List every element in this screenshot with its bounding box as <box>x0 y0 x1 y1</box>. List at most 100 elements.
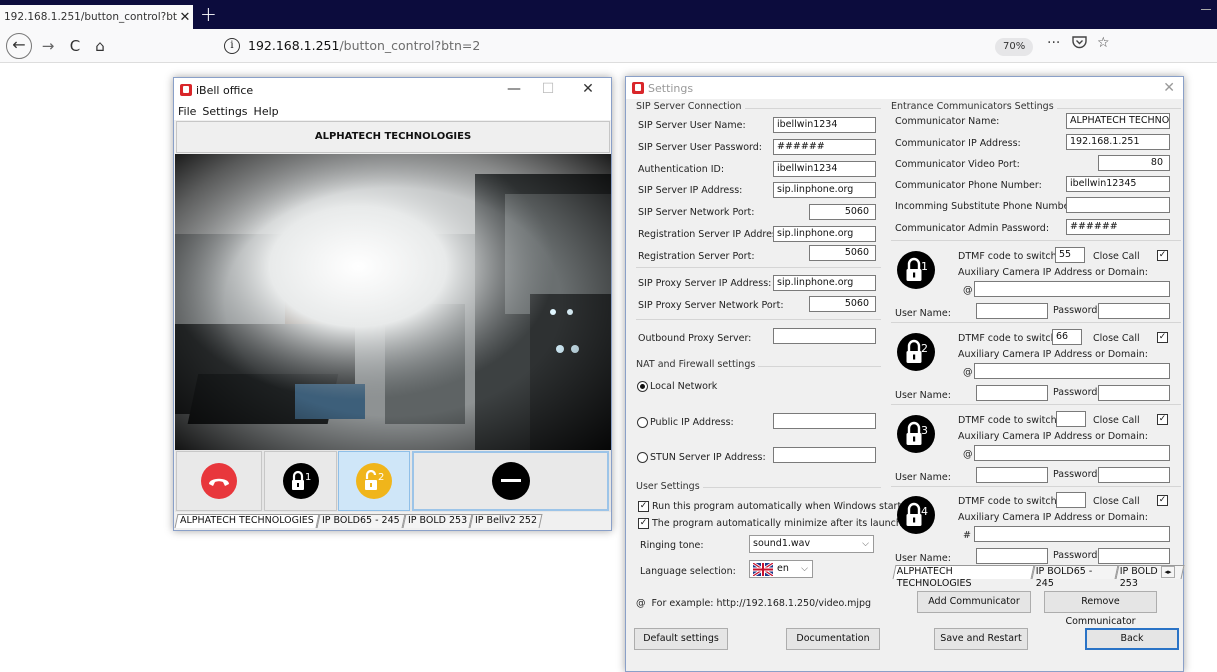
dtmf-input-2[interactable]: 66 <box>1052 329 1082 345</box>
reload-icon[interactable]: C <box>66 34 84 58</box>
bookmark-star-icon[interactable]: ☆ <box>1097 35 1110 51</box>
tab-alphatech[interactable]: ALPHATECH TECHNOLOGIES <box>174 514 320 528</box>
back-arrow-icon[interactable]: ← <box>6 33 32 59</box>
window-minimize-icon[interactable] <box>1201 9 1211 10</box>
language-select[interactable]: en ⌵ <box>749 560 813 578</box>
new-tab-button[interactable]: + <box>200 3 217 25</box>
sip-password-input[interactable]: ###### <box>773 139 876 155</box>
lock-separator-3 <box>891 486 1181 487</box>
unlocked-2-icon: 2 <box>356 463 392 499</box>
autorun-label: Run this program automatically when Wind… <box>652 501 907 512</box>
lock-2-badge: 2 <box>378 472 384 483</box>
lock-separator-2 <box>891 404 1181 405</box>
aux-prefix-4: # <box>963 530 971 541</box>
close-call-checkbox-3[interactable]: ✓ <box>1157 414 1168 425</box>
close-icon[interactable]: ✕ <box>1163 80 1175 96</box>
aux-camera-input-4[interactable] <box>974 526 1170 542</box>
info-icon[interactable]: i <box>224 37 240 54</box>
close-call-checkbox-4[interactable]: ✓ <box>1157 495 1168 506</box>
public-ip-radio[interactable] <box>637 417 648 428</box>
aux-camera-input-2[interactable] <box>974 363 1170 379</box>
outbound-proxy-input[interactable] <box>773 328 876 344</box>
maximize-icon[interactable]: ☐ <box>531 78 565 102</box>
tab-ip-bold65[interactable]: IP BOLD65 - 245 <box>316 514 406 528</box>
auth-id-input[interactable]: ibellwin1234 <box>773 161 876 177</box>
sip-ip-input[interactable]: sip.linphone.org <box>773 182 876 198</box>
ibell-menu-bar: File Settings Help <box>174 102 611 120</box>
close-tab-icon[interactable]: ✕ <box>177 10 193 25</box>
zoom-level-badge[interactable]: 70% <box>995 38 1034 56</box>
reg-ip-input[interactable]: sip.linphone.org <box>773 226 876 242</box>
extra-action-button[interactable] <box>412 451 609 511</box>
aux-camera-input-1[interactable] <box>974 281 1170 297</box>
communicator-name-label: Communicator Name: <box>895 116 1000 127</box>
ringing-tone-select[interactable]: sound1.wav ⌵ <box>749 535 874 553</box>
proxy-port-input[interactable]: 5060 <box>809 296 876 312</box>
proxy-ip-input[interactable]: sip.linphone.org <box>773 275 876 291</box>
save-restart-button[interactable]: Save and Restart <box>934 628 1028 650</box>
forward-arrow-icon[interactable]: → <box>40 34 56 58</box>
password-input-1[interactable] <box>1098 303 1170 319</box>
video-port-input[interactable]: 80 <box>1098 155 1170 171</box>
stun-input[interactable] <box>773 447 876 463</box>
ringing-tone-value: sound1.wav <box>753 538 811 549</box>
dtmf-input-3[interactable] <box>1056 411 1086 427</box>
phone-number-label: Communicator Phone Number: <box>895 180 1042 191</box>
language-value: en <box>777 563 789 574</box>
autominimize-checkbox[interactable]: ✓ <box>638 518 649 529</box>
aux-camera-label-3: Auxiliary Camera IP Address or Domain: <box>958 431 1148 442</box>
home-icon[interactable]: ⌂ <box>91 34 109 58</box>
reg-port-input[interactable]: 5060 <box>809 245 876 261</box>
admin-password-input[interactable]: ###### <box>1066 219 1170 235</box>
communicator-name-input[interactable]: ALPHATECH TECHNOLOGIES <box>1066 113 1170 129</box>
add-communicator-button[interactable]: Add Communicator <box>917 591 1031 613</box>
menu-help[interactable]: Help <box>254 105 279 118</box>
browser-tab[interactable]: 192.168.1.251/button_control?btn= ✕ <box>0 5 193 29</box>
autominimize-label: The program automatically minimize after… <box>652 518 902 529</box>
close-icon[interactable]: ✕ <box>571 78 605 102</box>
tab-scroll-arrows-icon[interactable]: ◂▸ <box>1161 566 1175 578</box>
tab-ip-bold-253[interactable]: IP BOLD 253 <box>402 514 473 528</box>
hangup-button[interactable] <box>176 451 262 511</box>
aux-camera-input-3[interactable] <box>974 445 1170 461</box>
tab-ip-bellv2[interactable]: IP Bellv2 252 <box>469 514 543 528</box>
substitute-phone-label: Incomming Substitute Phone Number: <box>895 201 1077 212</box>
back-button[interactable]: Back <box>1085 628 1179 650</box>
dtmf-input-1[interactable]: 55 <box>1055 247 1085 263</box>
auth-id-label: Authentication ID: <box>638 164 725 175</box>
unlock-2-button[interactable]: 2 <box>338 451 410 511</box>
uk-flag-icon <box>753 562 773 576</box>
pocket-icon[interactable] <box>1072 35 1087 53</box>
autorun-checkbox[interactable]: ✓ <box>638 501 649 512</box>
sip-user-name-input[interactable]: ibellwin1234 <box>773 117 876 133</box>
stun-radio[interactable] <box>637 452 648 463</box>
default-settings-button[interactable]: Default settings <box>634 628 728 650</box>
remove-communicator-button[interactable]: Remove Communicator <box>1044 591 1157 627</box>
lock-3-icon: 3 <box>897 415 935 453</box>
password-input-3[interactable] <box>1098 467 1170 483</box>
settings-tab-alphatech[interactable]: ALPHATECH TECHNOLOGIES <box>892 565 1035 589</box>
close-call-checkbox-2[interactable]: ✓ <box>1157 332 1168 343</box>
phone-number-input[interactable]: ibellwin12345 <box>1066 176 1170 192</box>
unlock-1-button[interactable]: 1 <box>264 451 337 511</box>
user-name-input-2[interactable] <box>976 385 1048 401</box>
page-actions-icon[interactable]: ··· <box>1047 35 1060 51</box>
password-input-2[interactable] <box>1098 385 1170 401</box>
user-name-input-3[interactable] <box>976 467 1048 483</box>
substitute-phone-input[interactable] <box>1066 197 1170 213</box>
menu-settings[interactable]: Settings <box>202 105 247 118</box>
close-call-checkbox-1[interactable]: ✓ <box>1157 250 1168 261</box>
user-name-input-4[interactable] <box>976 548 1048 564</box>
communicator-ip-input[interactable]: 192.168.1.251 <box>1066 134 1170 150</box>
password-input-4[interactable] <box>1098 548 1170 564</box>
sip-port-label: SIP Server Network Port: <box>638 207 755 218</box>
public-ip-input[interactable] <box>773 413 876 429</box>
settings-tab-ip-bold65[interactable]: IP BOLD65 - 245 <box>1031 565 1119 589</box>
user-name-input-1[interactable] <box>976 303 1048 319</box>
documentation-button[interactable]: Documentation <box>786 628 880 650</box>
sip-port-input[interactable]: 5060 <box>809 204 876 220</box>
local-network-radio[interactable] <box>637 381 648 392</box>
menu-file[interactable]: File <box>178 105 196 118</box>
dtmf-input-4[interactable] <box>1056 492 1086 508</box>
minimize-icon[interactable]: — <box>497 78 531 102</box>
